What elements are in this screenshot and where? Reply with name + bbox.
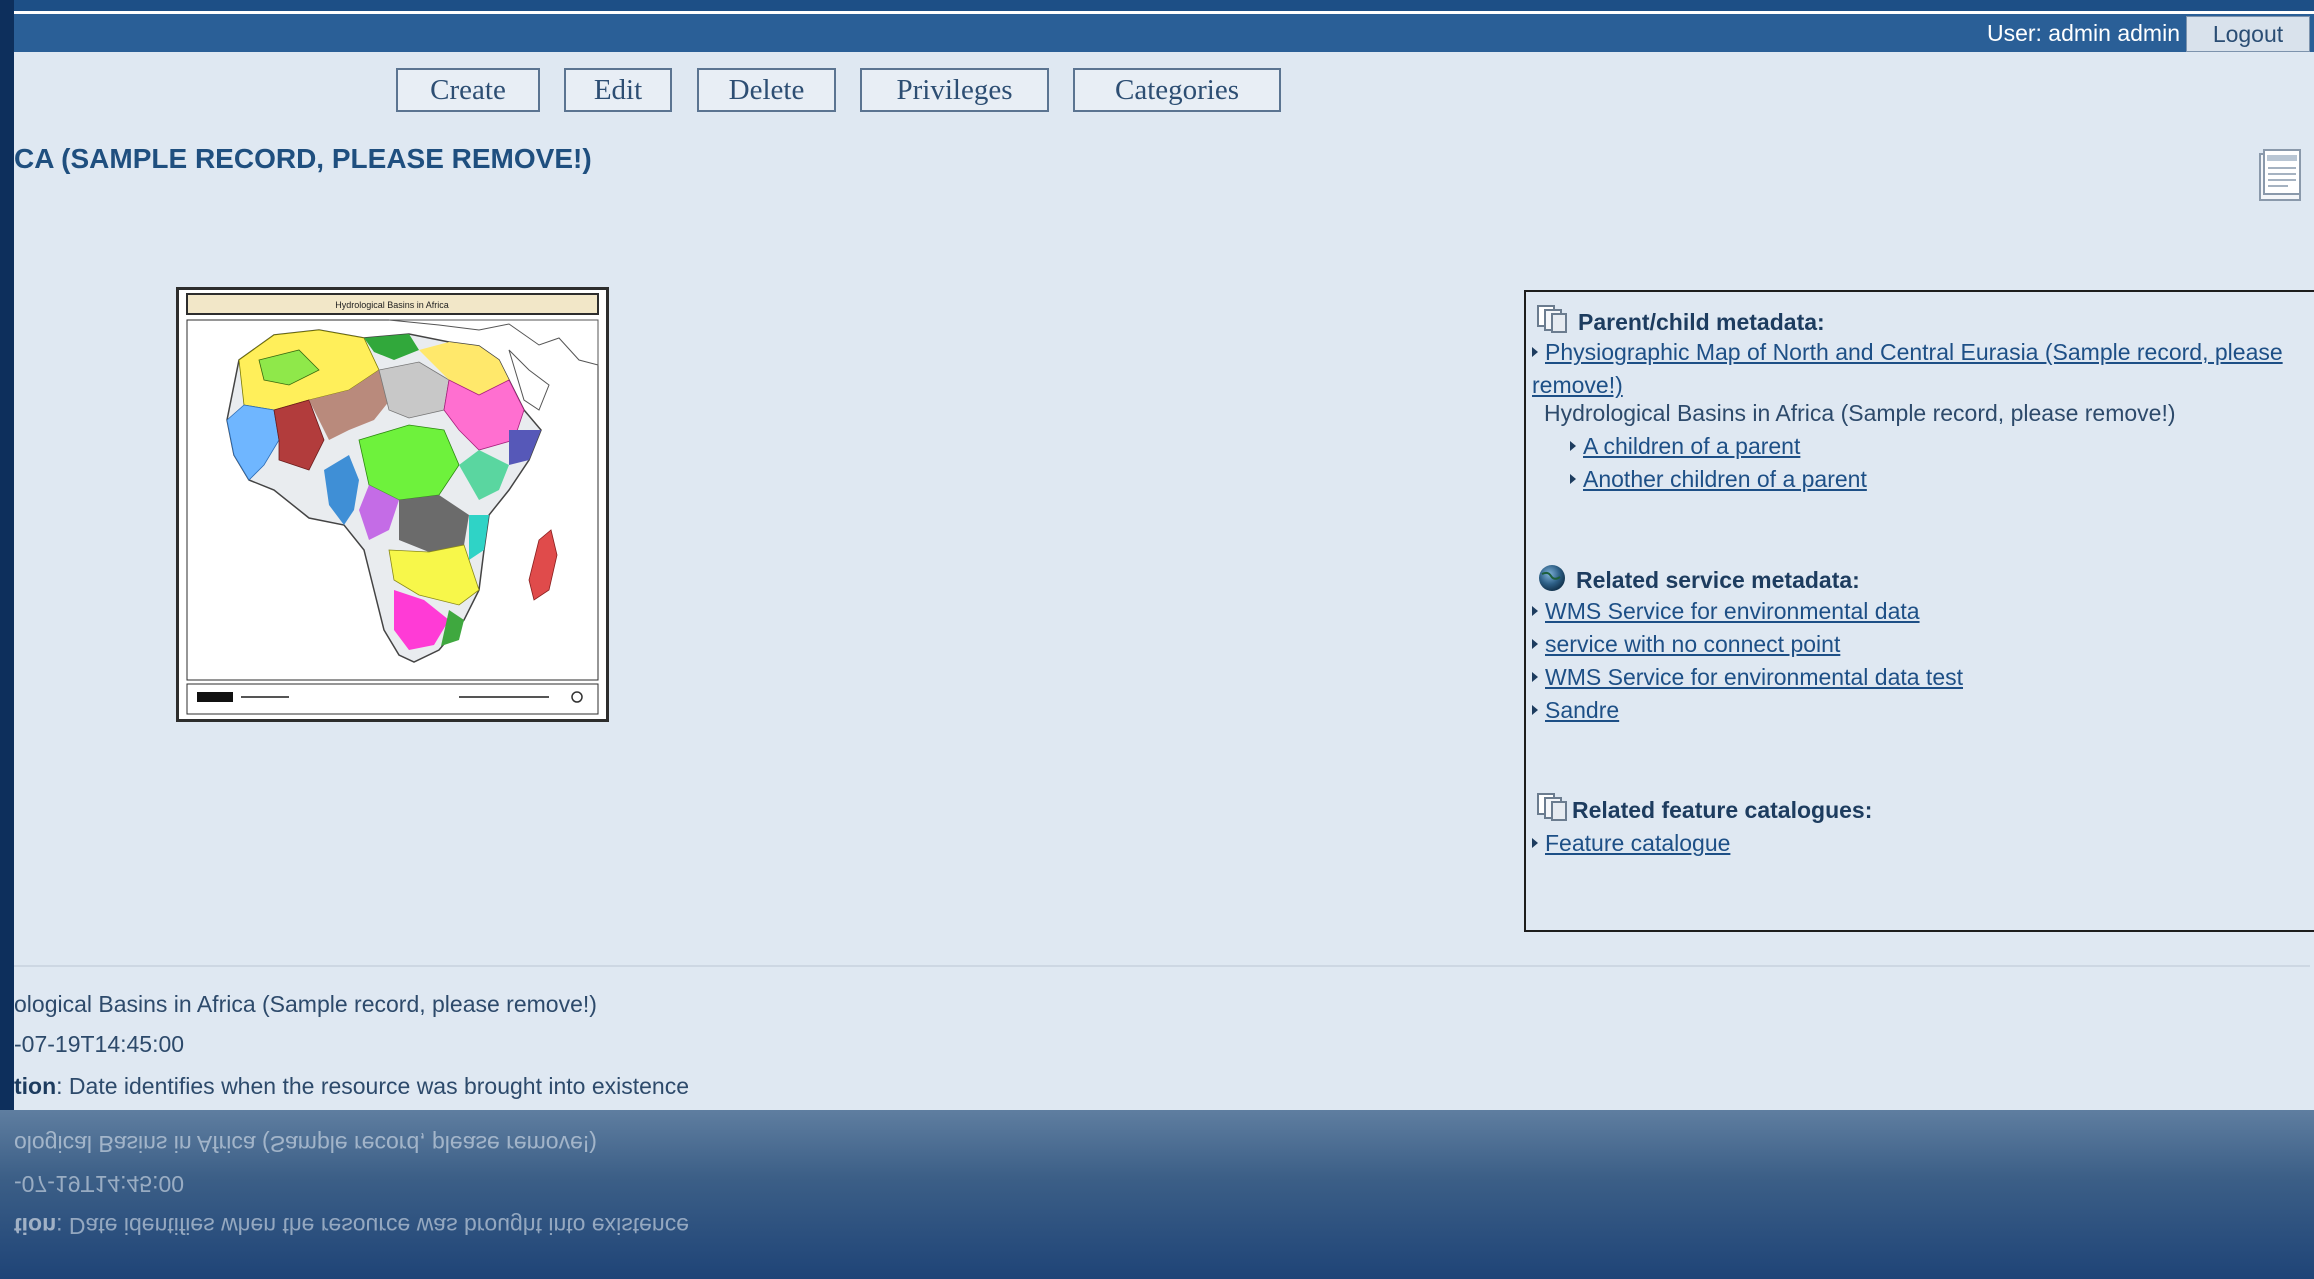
bullet-icon <box>1532 671 1538 682</box>
child-link[interactable]: Another children of a parent <box>1583 466 1867 492</box>
privileges-button[interactable]: Privileges <box>860 68 1049 112</box>
document-icon[interactable] <box>2258 148 2304 202</box>
bullet-icon <box>1532 704 1538 715</box>
related-service-heading: Related service metadata: <box>1536 562 1860 598</box>
header-bar: User: admin admin Logout <box>14 14 2314 52</box>
service-link[interactable]: WMS Service for environmental data <box>1545 598 1920 624</box>
reflected-date-value: -07-19T14:45:00 <box>14 1171 185 1197</box>
bullet-icon <box>1532 605 1538 616</box>
feature-catalogue-heading: Related feature catalogues: <box>1536 792 1872 828</box>
date-value: -07-19T14:45:00 <box>14 1031 185 1057</box>
bullet-icon <box>1532 346 1538 357</box>
feature-catalogue-link-row[interactable]: Feature catalogue <box>1532 830 1730 857</box>
reflected-title-value: ological Basins in Africa (Sample record… <box>14 1131 597 1157</box>
create-button[interactable]: Create <box>396 68 540 112</box>
delete-button[interactable]: Delete <box>697 68 836 112</box>
reflected-date-type-label: tion <box>14 1213 57 1239</box>
parent-link-row[interactable]: Physiographic Map of North and Central E… <box>1532 336 2312 402</box>
app-window: User: admin admin Logout Create Edit Del… <box>0 0 2314 1279</box>
bullet-icon <box>1570 440 1576 451</box>
map-thumbnail[interactable]: Hydrological Basins in Africa <box>176 287 609 722</box>
edit-button[interactable]: Edit <box>564 68 672 112</box>
current-record-label: Hydrological Basins in Africa (Sample re… <box>1544 400 2176 426</box>
categories-button[interactable]: Categories <box>1073 68 1281 112</box>
page-title: CA (SAMPLE RECORD, PLEASE REMOVE!) <box>14 143 592 174</box>
service-link-row[interactable]: WMS Service for environmental data test <box>1532 664 1963 691</box>
service-link-row[interactable]: WMS Service for environmental data <box>1532 598 1920 625</box>
thumbnail-title: Hydrological Basins in Africa <box>335 300 449 310</box>
parent-link[interactable]: Physiographic Map of North and Central E… <box>1532 339 2283 398</box>
reflected-date-type-value: : Date identifies when the resource was … <box>56 1213 690 1239</box>
reflection-mirror: ological Basins in Africa (Sample record… <box>0 1110 2314 1279</box>
service-link-row[interactable]: service with no connect point <box>1532 631 1840 658</box>
parent-child-heading: Parent/child metadata: <box>1536 304 1825 340</box>
logout-button[interactable]: Logout <box>2186 16 2310 52</box>
date-type-row: tion: Date identifies when the resource … <box>14 1073 689 1100</box>
related-metadata-panel: Parent/child metadata: Physiographic Map… <box>1524 290 2314 932</box>
child-link[interactable]: A children of a parent <box>1583 433 1800 459</box>
bullet-icon <box>1532 638 1538 649</box>
stacked-pages-icon <box>1536 792 1570 828</box>
child-link-row[interactable]: A children of a parent <box>1570 433 1800 460</box>
service-link-row[interactable]: Sandre <box>1532 697 1619 724</box>
service-link[interactable]: WMS Service for environmental data test <box>1545 664 1963 690</box>
service-link[interactable]: service with no connect point <box>1545 631 1840 657</box>
user-label: User: admin admin <box>1986 20 2180 46</box>
title-value: ological Basins in Africa (Sample record… <box>14 991 597 1017</box>
date-type-value: : Date identifies when the resource was … <box>56 1073 690 1099</box>
stacked-pages-icon <box>1536 304 1570 340</box>
feature-catalogue-link[interactable]: Feature catalogue <box>1545 830 1730 856</box>
bullet-icon <box>1570 473 1576 484</box>
window-reflection: ological Basins in Africa (Sample record… <box>0 1110 2314 1279</box>
bullet-icon <box>1532 837 1538 848</box>
child-link-row[interactable]: Another children of a parent <box>1570 466 1867 493</box>
date-type-label: tion <box>14 1073 57 1099</box>
service-link[interactable]: Sandre <box>1545 697 1619 723</box>
globe-icon <box>1536 562 1568 598</box>
reflected-date-type-row: tion: Date identifies when the resource … <box>14 1212 689 1239</box>
section-divider <box>14 965 2310 967</box>
